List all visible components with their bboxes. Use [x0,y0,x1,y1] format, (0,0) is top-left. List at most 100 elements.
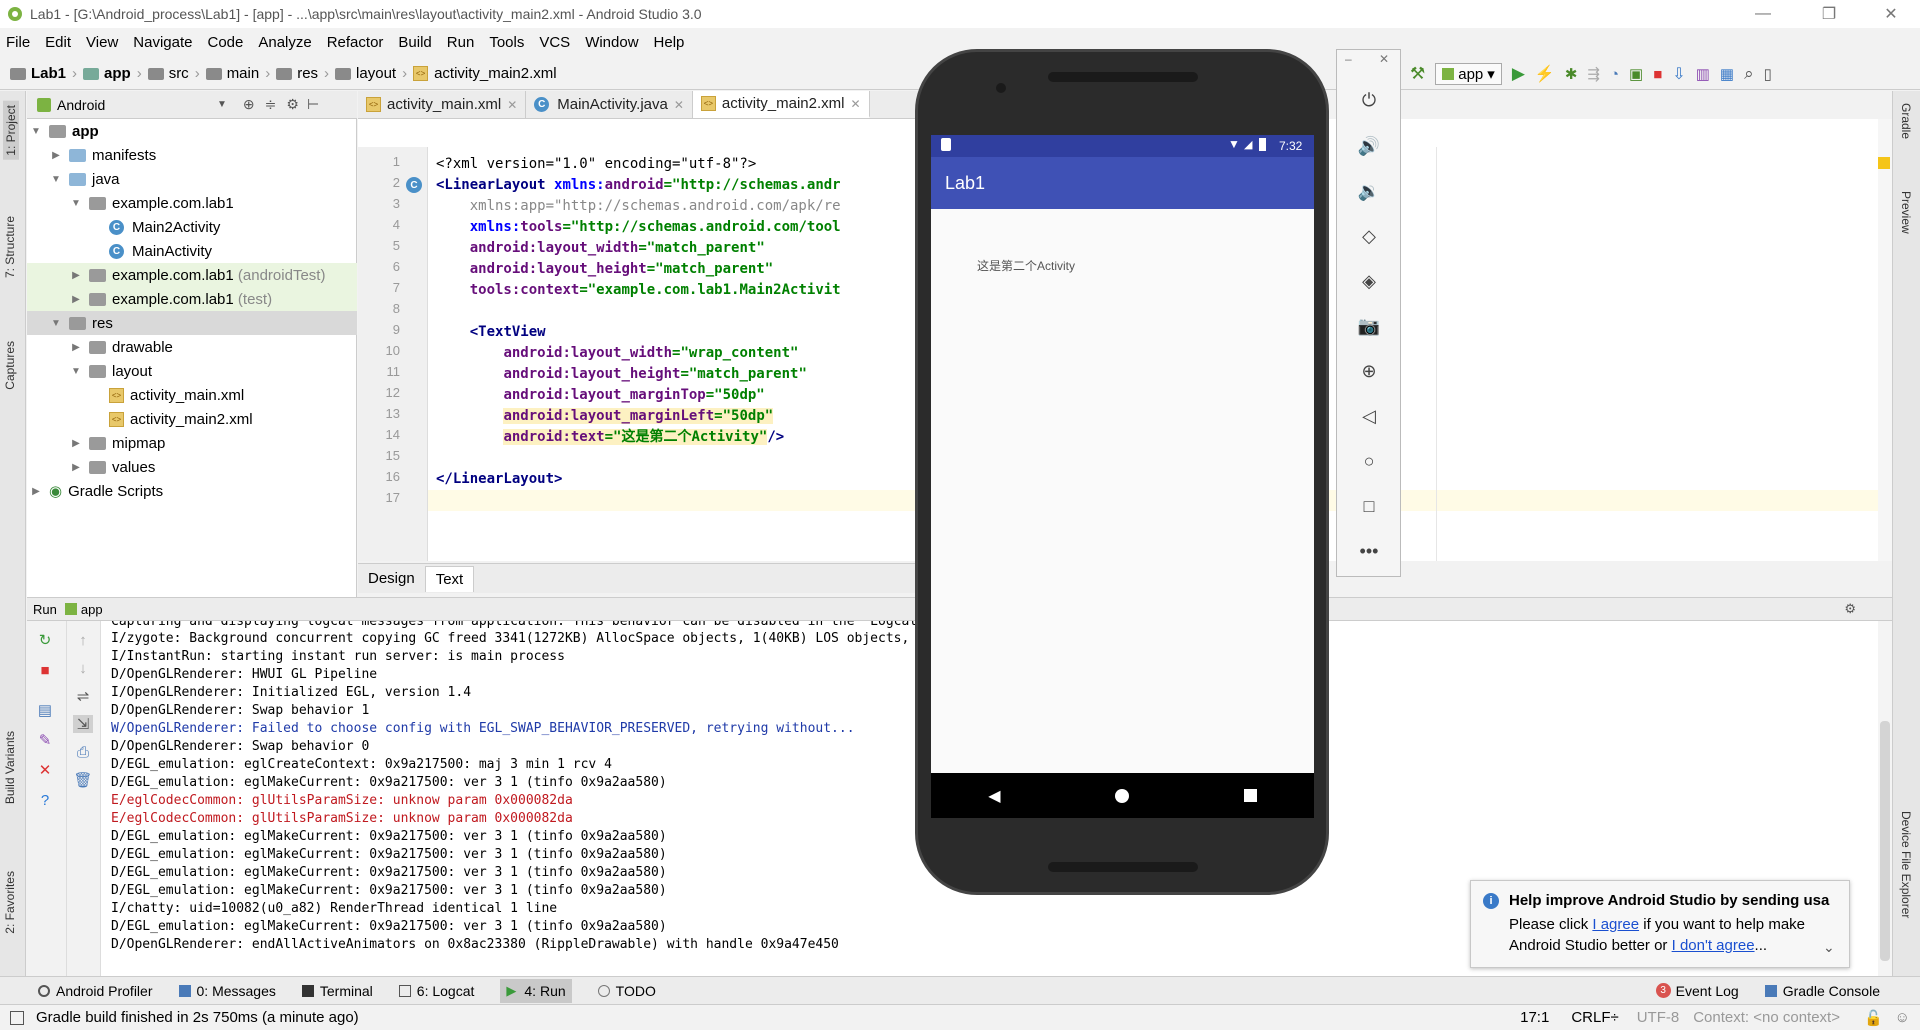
more-icon[interactable]: ••• [1355,537,1383,565]
chevron-down-icon[interactable]: ▼ [217,99,227,110]
scroll-from-source-icon[interactable]: ⊕ [243,96,255,113]
back-icon[interactable]: ◁ [1355,402,1383,430]
tab-design[interactable]: Design [358,566,425,591]
overview-icon[interactable]: □ [1355,492,1383,520]
tree-item-manifests[interactable]: ▶ manifests [27,143,357,167]
tree-item-drawable[interactable]: ▶ drawable [27,335,357,359]
menu-view[interactable]: View [86,34,118,51]
layout-icon[interactable]: ▤ [35,701,55,719]
chevron-down-icon[interactable]: ⌄ [1823,939,1835,956]
run-config-select[interactable]: app ▾ [1435,63,1502,85]
lock-icon[interactable]: 🔓 [1864,1009,1883,1027]
tree-item-java[interactable]: ▼ java [27,167,357,191]
agree-link[interactable]: I agree [1592,916,1639,933]
apply-changes-icon[interactable]: ⚡ [1535,64,1555,84]
tab-activity-main2-xml[interactable]: <> activity_main2.xml ✕ [692,91,870,118]
tree-item-values[interactable]: ▶ values [27,455,357,479]
volume-up-icon[interactable]: 🔊 [1355,132,1383,160]
tab-todo[interactable]: TODO [597,983,656,999]
menu-refactor[interactable]: Refactor [327,34,384,51]
minimize-button[interactable]: — [1740,0,1786,28]
tree-item-main2activity[interactable]: C Main2Activity [27,215,357,239]
menu-tools[interactable]: Tools [489,34,524,51]
tab-activity-main-xml[interactable]: <> activity_main.xml ✕ [358,91,527,118]
coverage-icon[interactable]: ▣ [1629,65,1643,83]
project-view-selector[interactable]: Android [57,97,217,113]
tree-item-package-androidtest[interactable]: ▶ example.com.lab1 (androidTest) [27,263,357,287]
rerun-icon[interactable]: ↻ [35,631,55,649]
nav-recents-icon[interactable] [1243,789,1257,802]
warning-marker-icon[interactable] [1878,157,1890,169]
profiler-icon[interactable]: ◔ [1610,66,1619,83]
tab-text[interactable]: Text [424,565,475,592]
panel-toggle-icon[interactable] [10,1010,24,1025]
nav-home-icon[interactable] [1115,788,1130,803]
disagree-link[interactable]: I don't agree [1672,937,1755,954]
breadcrumb-item-main[interactable]: main › [205,65,270,82]
line-separator[interactable]: CRLF÷ [1571,1009,1618,1026]
menu-file[interactable]: File [6,34,30,51]
run-config-tab[interactable]: app [81,602,103,617]
tree-item-package-test[interactable]: ▶ example.com.lab1 (test) [27,287,357,311]
file-encoding[interactable]: UTF-8 [1637,1009,1680,1026]
menu-navigate[interactable]: Navigate [133,34,192,51]
tree-item-activity-main2-xml[interactable]: <> activity_main2.xml [27,407,357,431]
emulator-close-icon[interactable]: ✕ [1379,52,1389,66]
soft-wrap-icon[interactable]: ⇌ [73,687,93,705]
close-tab-icon[interactable]: ✕ [850,97,860,111]
tool-tab-preview[interactable]: Preview [1899,191,1913,234]
menu-code[interactable]: Code [207,34,243,51]
gear-icon[interactable]: ⚙ [1844,601,1856,617]
close-button[interactable]: ✕ [1868,0,1914,28]
console-scrollbar[interactable] [1878,621,1892,976]
tab-terminal[interactable]: Terminal [301,983,373,999]
tab-event-log[interactable]: 3 Event Log [1655,983,1739,999]
inspector-icon[interactable]: ☺ [1895,1009,1910,1026]
tab-android-profiler[interactable]: Android Profiler [38,983,153,999]
rotate-right-icon[interactable]: ◈ [1355,267,1383,295]
menu-run[interactable]: Run [447,34,475,51]
arrow-down-icon[interactable]: ↓ [73,659,93,677]
tool-tab-device-file-explorer[interactable]: Device File Explorer [1899,811,1913,918]
tree-item-activity-main-xml[interactable]: <> activity_main.xml [27,383,357,407]
run-icon[interactable]: ▶ [1512,64,1525,84]
attach-debugger-icon[interactable]: ⇶ [1587,65,1600,83]
tree-item-mainactivity[interactable]: C MainActivity [27,239,357,263]
breadcrumb-item-app[interactable]: app › [83,65,142,82]
tab-logcat[interactable]: 6: Logcat [398,983,474,999]
toolbar-overflow-icon[interactable]: ▯ [1764,65,1772,83]
sdk-manager-icon[interactable]: ▥ [1696,65,1710,83]
hide-panel-icon[interactable]: ⊢ [307,96,319,113]
tab-gradle-console[interactable]: Gradle Console [1764,983,1880,999]
scroll-to-end-icon[interactable]: ⇲ [73,715,93,733]
sync-gradle-icon[interactable]: ⇩ [1672,64,1685,84]
tool-tab-structure[interactable]: 7: Structure [3,216,17,278]
tree-item-app[interactable]: ▼ app [27,119,357,143]
hammer-icon[interactable]: ⚒ [1410,64,1425,84]
camera-icon[interactable]: 📷 [1355,312,1383,340]
tool-tab-favorites[interactable]: 2: Favorites [3,871,17,934]
tree-item-res[interactable]: ▼ res [27,311,357,335]
tab-run[interactable]: ▶ 4: Run [500,978,572,1003]
tree-item-layout[interactable]: ▼ layout [27,359,357,383]
menu-window[interactable]: Window [585,34,638,51]
tree-item-package[interactable]: ▼ example.com.lab1 [27,191,357,215]
stop-icon[interactable]: ■ [35,661,55,679]
home-icon[interactable]: ○ [1355,447,1383,475]
tab-mainactivity-java[interactable]: C MainActivity.java ✕ [526,91,693,118]
breadcrumb-item-layout[interactable]: layout › [335,65,407,82]
caret-position[interactable]: 17:1 [1520,1009,1549,1026]
zoom-icon[interactable]: ⊕ [1355,357,1383,385]
class-link-icon[interactable]: C [406,177,422,193]
print-icon[interactable]: ⎙ [73,743,93,761]
menu-edit[interactable]: Edit [45,34,71,51]
tool-tab-build-variants[interactable]: Build Variants [3,731,17,804]
volume-down-icon[interactable]: 🔉 [1355,177,1383,205]
close-tab-icon[interactable]: ✕ [507,98,517,112]
breadcrumb-item-lab1[interactable]: Lab1 › [10,65,77,82]
menu-vcs[interactable]: VCS [539,34,570,51]
arrow-up-icon[interactable]: ↑ [73,631,93,649]
nav-back-icon[interactable]: ◀ [988,786,1000,806]
tree-item-gradle-scripts[interactable]: ▶ ◉ Gradle Scripts [27,479,357,503]
power-icon[interactable]: ⏻ [1355,86,1383,114]
